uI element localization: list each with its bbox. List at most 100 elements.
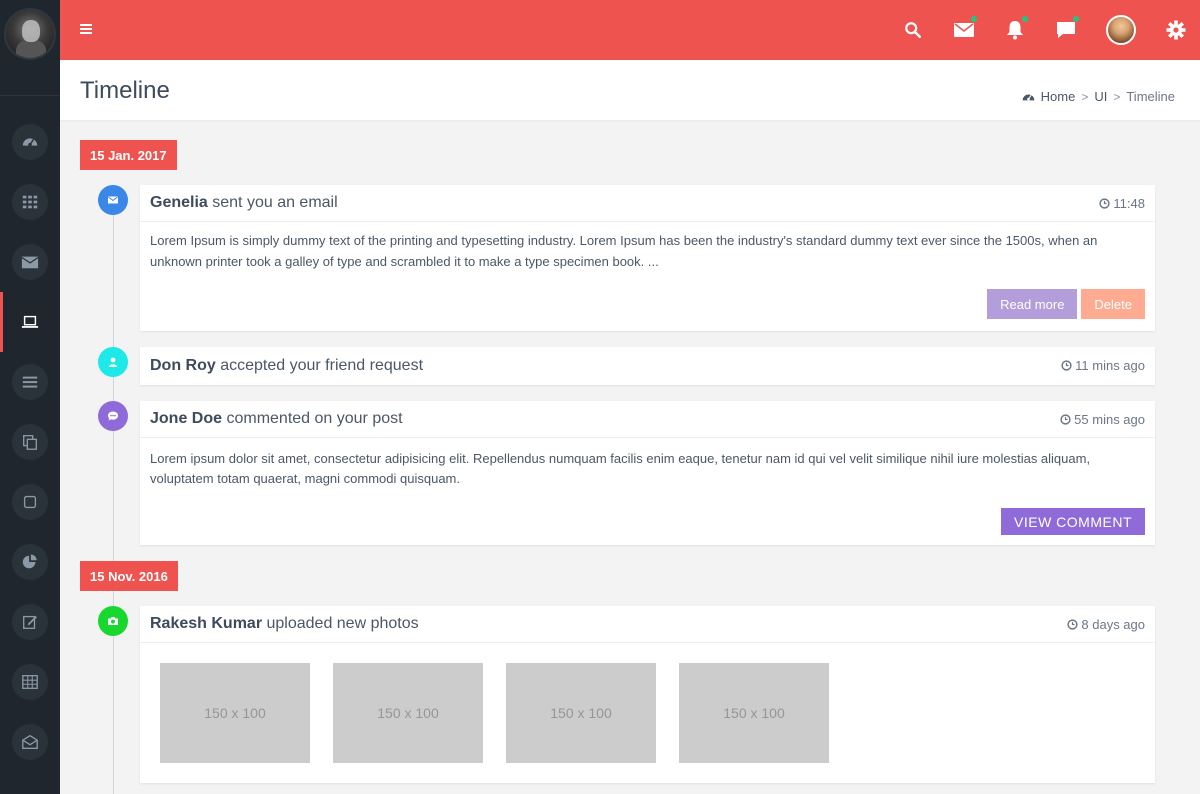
search-button[interactable] [902,19,924,41]
envelope-open-icon [22,734,38,749]
notifications-button[interactable] [1004,16,1028,41]
photo-thumbnail[interactable]: 150 x 100 [333,663,483,763]
notification-dot [1022,16,1028,22]
clock-icon [1067,618,1079,630]
envelope-icon [108,196,118,204]
card-actions: Read more Delete [140,289,1155,319]
card-time-text: 11 mins ago [1075,358,1145,373]
timeline-badge [98,347,128,377]
photo-thumbnail[interactable]: 150 x 100 [506,663,656,763]
user-avatar[interactable] [1106,15,1136,45]
breadcrumb-ui[interactable]: UI [1094,89,1107,104]
card-header: Genelia sent you an email 11:48 [140,185,1155,222]
timeline-date: 15 Jan. 2017 [80,140,177,170]
mail-icon [954,23,974,37]
chat-button[interactable] [1055,16,1079,41]
card-title: Rakesh Kumar uploaded new photos [150,615,419,633]
card-title: Don Roy accepted your friend request [150,357,423,375]
card-header: Rakesh Kumar uploaded new photos 8 days … [140,606,1155,643]
sidebar-nav [0,112,60,772]
breadcrumb-separator: > [1113,89,1121,104]
settings-button[interactable] [1165,19,1187,41]
topbar [60,0,1200,60]
search-icon [905,22,922,39]
timeline-card: Don Roy accepted your friend request 11 … [140,347,1155,385]
card-time-text: 11:48 [1113,195,1145,211]
sidebar-item-charts[interactable] [0,532,60,592]
card-time-text: 8 days ago [1081,616,1145,632]
clock-icon [1060,413,1071,425]
sidebar-item-dashboard[interactable] [0,112,60,172]
card-body: Lorem ipsum dolor sit amet, consectetur … [150,451,1091,486]
sidebar-item-pages[interactable] [0,412,60,472]
read-more-button[interactable]: Read more [987,289,1078,319]
square-icon [23,495,37,509]
timeline-badge [98,185,128,215]
sidebar-item-widgets[interactable] [0,472,60,532]
pie-chart-icon [22,554,37,569]
card-time: 11 mins ago [1061,358,1145,373]
card-actions: VIEW COMMENT [140,508,1155,535]
dashboard-icon [1022,94,1034,101]
sidebar-item-list[interactable] [0,352,60,412]
laptop-icon [21,315,39,328]
copy-icon [23,435,37,450]
dashboard-icon [22,138,38,147]
sender-name[interactable]: Rakesh Kumar [150,615,262,632]
photo-thumbnail[interactable]: 150 x 100 [160,663,310,763]
sender-name[interactable]: Jone Doe [150,410,222,427]
timeline-date: 15 Nov. 2016 [80,561,178,591]
timeline-line [113,190,114,794]
user-icon [108,357,118,367]
messages-button[interactable] [953,16,977,41]
breadcrumb-separator: > [1081,89,1089,104]
sidebar-profile [0,0,60,96]
bell-icon [1007,21,1023,40]
page-header: Timeline Home > UI > Timeline [60,60,1200,120]
timeline-badge [98,606,128,636]
sidebar-item-forms[interactable] [0,592,60,652]
card-action: accepted your friend request [215,356,424,374]
page-title: Timeline [80,77,170,104]
apps-grid-icon [22,195,38,209]
clock-icon [1099,197,1111,209]
sender-name[interactable]: Genelia [150,194,208,211]
card-time-text: 55 mins ago [1074,411,1145,427]
card-time: 55 mins ago [1060,412,1145,427]
card-title: Jone Doe commented on your post [150,410,403,428]
notification-dot [971,16,977,22]
photo-thumbnail[interactable]: 150 x 100 [679,663,829,763]
breadcrumb: Home > UI > Timeline [1022,89,1175,104]
breadcrumb-current: Timeline [1126,89,1175,104]
timeline-card: Jone Doe commented on your post 55 mins … [140,401,1155,545]
card-time: 8 days ago [1067,617,1145,632]
notification-dot [1073,16,1079,22]
sidebar-item-apps[interactable] [0,172,60,232]
photo-gallery: 150 x 100 150 x 100 150 x 100 150 x 100 [140,643,1155,783]
card-header: Jone Doe commented on your post 55 mins … [140,401,1155,438]
sender-name[interactable]: Don Roy [150,357,216,374]
delete-button[interactable]: Delete [1081,289,1145,319]
card-title: Genelia sent you an email [150,194,338,212]
sidebar-item-inbox[interactable] [0,712,60,772]
breadcrumb-home[interactable]: Home [1041,89,1076,104]
sidebar-item-ui[interactable] [0,292,60,352]
timeline-card: Rakesh Kumar uploaded new photos 8 days … [140,606,1155,783]
card-action: commented on your post [222,410,403,427]
comment-icon [108,411,118,421]
profile-avatar[interactable] [4,8,56,60]
card-time: 11:48 [1099,196,1145,211]
camera-icon [108,617,118,625]
sidebar-item-tables[interactable] [0,652,60,712]
chat-icon [1057,22,1075,38]
timeline-card: Genelia sent you an email 11:48 Lorem Ip… [140,185,1155,331]
edit-icon [23,615,37,629]
hamburger-icon[interactable] [80,24,92,34]
sidebar [0,0,60,794]
card-action: uploaded new photos [262,615,419,632]
card-header: Don Roy accepted your friend request 11 … [140,347,1155,384]
view-comment-button[interactable]: VIEW COMMENT [1001,508,1145,535]
clock-icon [1061,360,1072,371]
sidebar-item-mail[interactable] [0,232,60,292]
table-icon [22,675,38,689]
